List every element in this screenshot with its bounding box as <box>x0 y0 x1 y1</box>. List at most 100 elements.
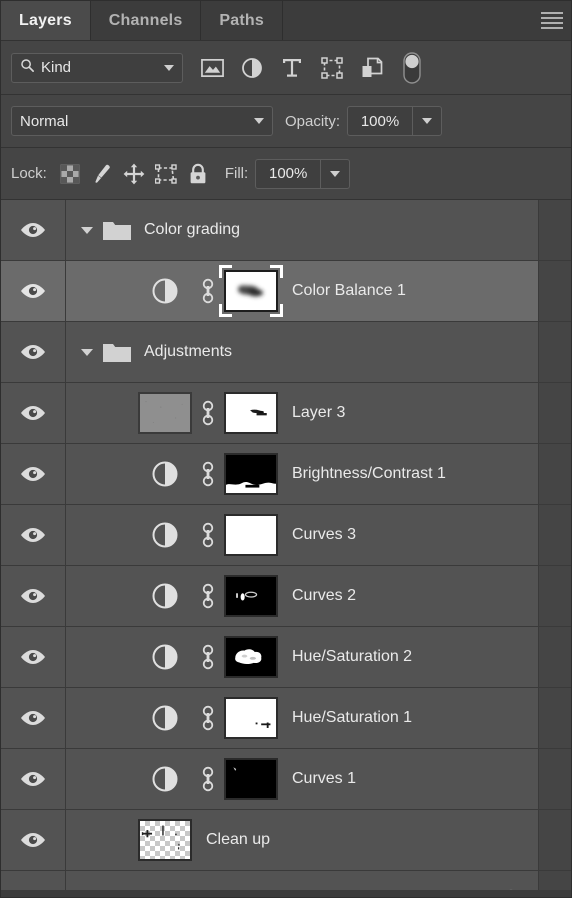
link-icon[interactable] <box>196 522 220 548</box>
layer-row-body[interactable]: Curves 2 <box>66 566 538 626</box>
layer-mask-thumbnail[interactable] <box>220 636 282 678</box>
fill-value[interactable]: 100% <box>256 160 320 188</box>
link-icon[interactable] <box>196 278 220 304</box>
layer-name[interactable]: Hue/Saturation 2 <box>292 648 412 666</box>
filter-adjustment-layers-icon[interactable] <box>233 51 271 85</box>
fill-stepper[interactable] <box>320 159 349 188</box>
layer-pixel-thumbnail[interactable] <box>134 392 196 434</box>
layer-mask-thumbnail[interactable] <box>220 697 282 739</box>
table-row[interactable]: Hue/Saturation 2 <box>1 627 571 688</box>
layer-row-body[interactable]: Curves 1 <box>66 749 538 809</box>
layer-visibility-toggle[interactable] <box>1 322 66 382</box>
layer-row-body[interactable]: Color Balance 1 <box>66 261 538 321</box>
layer-row-body[interactable]: Curves 3 <box>66 505 538 565</box>
layer-visibility-toggle[interactable] <box>1 871 66 890</box>
lock-image-pixels-icon[interactable] <box>87 159 117 189</box>
adjustment-half-circle-icon[interactable] <box>134 460 196 488</box>
layer-row-body[interactable]: Hue/Saturation 2 <box>66 627 538 687</box>
opacity-field[interactable]: 100% <box>347 106 443 136</box>
layer-row-body[interactable]: Hue/Saturation 1 <box>66 688 538 748</box>
filter-pixel-layers-icon[interactable] <box>193 51 231 85</box>
adjustment-half-circle-icon[interactable] <box>134 704 196 732</box>
layer-visibility-toggle[interactable] <box>1 566 66 626</box>
chevron-down-icon <box>254 118 264 124</box>
link-icon[interactable] <box>196 461 220 487</box>
table-row[interactable]: Adjustments <box>1 322 571 383</box>
tab-layers[interactable]: Layers <box>1 1 91 40</box>
layer-name[interactable]: Curves 1 <box>292 770 356 788</box>
table-row[interactable]: Curves 1 <box>1 749 571 810</box>
table-row[interactable]: Brightness/Contrast 1 <box>1 444 571 505</box>
link-icon[interactable] <box>196 400 220 426</box>
opacity-stepper[interactable] <box>412 107 441 135</box>
layer-row-body[interactable]: Brightness/Contrast 1 <box>66 444 538 504</box>
layer-list[interactable]: Color grading Color Balance 1 Adjustment… <box>1 200 571 890</box>
lock-all-icon[interactable] <box>183 159 213 189</box>
layer-row-body[interactable]: Background <box>66 871 538 890</box>
lock-position-icon[interactable] <box>119 159 149 189</box>
layer-row-body[interactable]: Color grading <box>66 200 538 260</box>
layer-visibility-toggle[interactable] <box>1 261 66 321</box>
layer-name[interactable]: Clean up <box>206 831 270 849</box>
group-expand-toggle[interactable] <box>74 348 100 356</box>
lock-artboard-nesting-icon[interactable] <box>151 159 181 189</box>
table-row[interactable]: Color grading <box>1 200 571 261</box>
table-row[interactable]: Clean up <box>1 810 571 871</box>
layer-name[interactable]: Brightness/Contrast 1 <box>292 465 446 483</box>
filter-type-layers-icon[interactable] <box>273 51 311 85</box>
table-row[interactable]: Curves 3 <box>1 505 571 566</box>
filter-shape-layers-icon[interactable] <box>313 51 351 85</box>
fill-field[interactable]: 100% <box>255 158 351 189</box>
layer-name[interactable]: Color grading <box>144 221 240 239</box>
layer-mask-thumbnail[interactable] <box>220 453 282 495</box>
layer-mask-thumbnail[interactable] <box>220 575 282 617</box>
layer-row-body[interactable]: Clean up <box>66 810 538 870</box>
layer-name[interactable]: Color Balance 1 <box>292 282 406 300</box>
layer-name[interactable]: Hue/Saturation 1 <box>292 709 412 727</box>
filter-kind-dropdown[interactable]: Kind <box>11 52 183 83</box>
adjustment-half-circle-icon[interactable] <box>134 277 196 305</box>
group-expand-toggle[interactable] <box>74 226 100 234</box>
layer-mask-thumbnail[interactable] <box>219 265 283 317</box>
layer-visibility-toggle[interactable] <box>1 810 66 870</box>
opacity-value[interactable]: 100% <box>348 107 412 135</box>
layer-visibility-toggle[interactable] <box>1 383 66 443</box>
layer-name[interactable]: Curves 3 <box>292 526 356 544</box>
layer-visibility-toggle[interactable] <box>1 505 66 565</box>
adjustment-half-circle-icon[interactable] <box>134 765 196 793</box>
link-icon[interactable] <box>196 644 220 670</box>
table-row[interactable]: Hue/Saturation 1 <box>1 688 571 749</box>
filter-smart-objects-icon[interactable] <box>353 51 391 85</box>
tab-paths[interactable]: Paths <box>201 1 283 40</box>
layer-mask-thumbnail[interactable] <box>220 758 282 800</box>
layer-visibility-toggle[interactable] <box>1 688 66 748</box>
lock-transparent-pixels-icon[interactable] <box>55 159 85 189</box>
panel-menu-button[interactable] <box>533 1 571 40</box>
link-icon[interactable] <box>196 705 220 731</box>
adjustment-half-circle-icon[interactable] <box>134 643 196 671</box>
layer-visibility-toggle[interactable] <box>1 627 66 687</box>
layer-visibility-toggle[interactable] <box>1 444 66 504</box>
layer-row-body[interactable]: Layer 3 <box>66 383 538 443</box>
table-row[interactable]: Color Balance 1 <box>1 261 571 322</box>
layer-visibility-toggle[interactable] <box>1 749 66 809</box>
adjustment-half-circle-icon[interactable] <box>134 521 196 549</box>
table-row[interactable]: Background <box>1 871 571 890</box>
layer-mask-thumbnail[interactable] <box>220 514 282 556</box>
table-row[interactable]: Layer 3 <box>1 383 571 444</box>
tab-channels[interactable]: Channels <box>90 1 202 40</box>
layer-pixel-thumbnail[interactable] <box>134 819 196 861</box>
adjustment-half-circle-icon[interactable] <box>134 582 196 610</box>
layer-row-body[interactable]: Adjustments <box>66 322 538 382</box>
filter-toggle-switch[interactable] <box>393 51 431 85</box>
layer-name[interactable]: Layer 3 <box>292 404 345 422</box>
link-icon[interactable] <box>196 583 220 609</box>
blend-mode-dropdown[interactable]: Normal <box>11 106 273 136</box>
layer-name[interactable]: Adjustments <box>144 343 232 361</box>
link-icon[interactable] <box>196 766 220 792</box>
layer-name[interactable]: Curves 2 <box>292 587 356 605</box>
layer-mask-thumbnail[interactable] <box>220 392 282 434</box>
table-row[interactable]: Curves 2 <box>1 566 571 627</box>
chevron-down-icon <box>422 118 433 124</box>
layer-visibility-toggle[interactable] <box>1 200 66 260</box>
